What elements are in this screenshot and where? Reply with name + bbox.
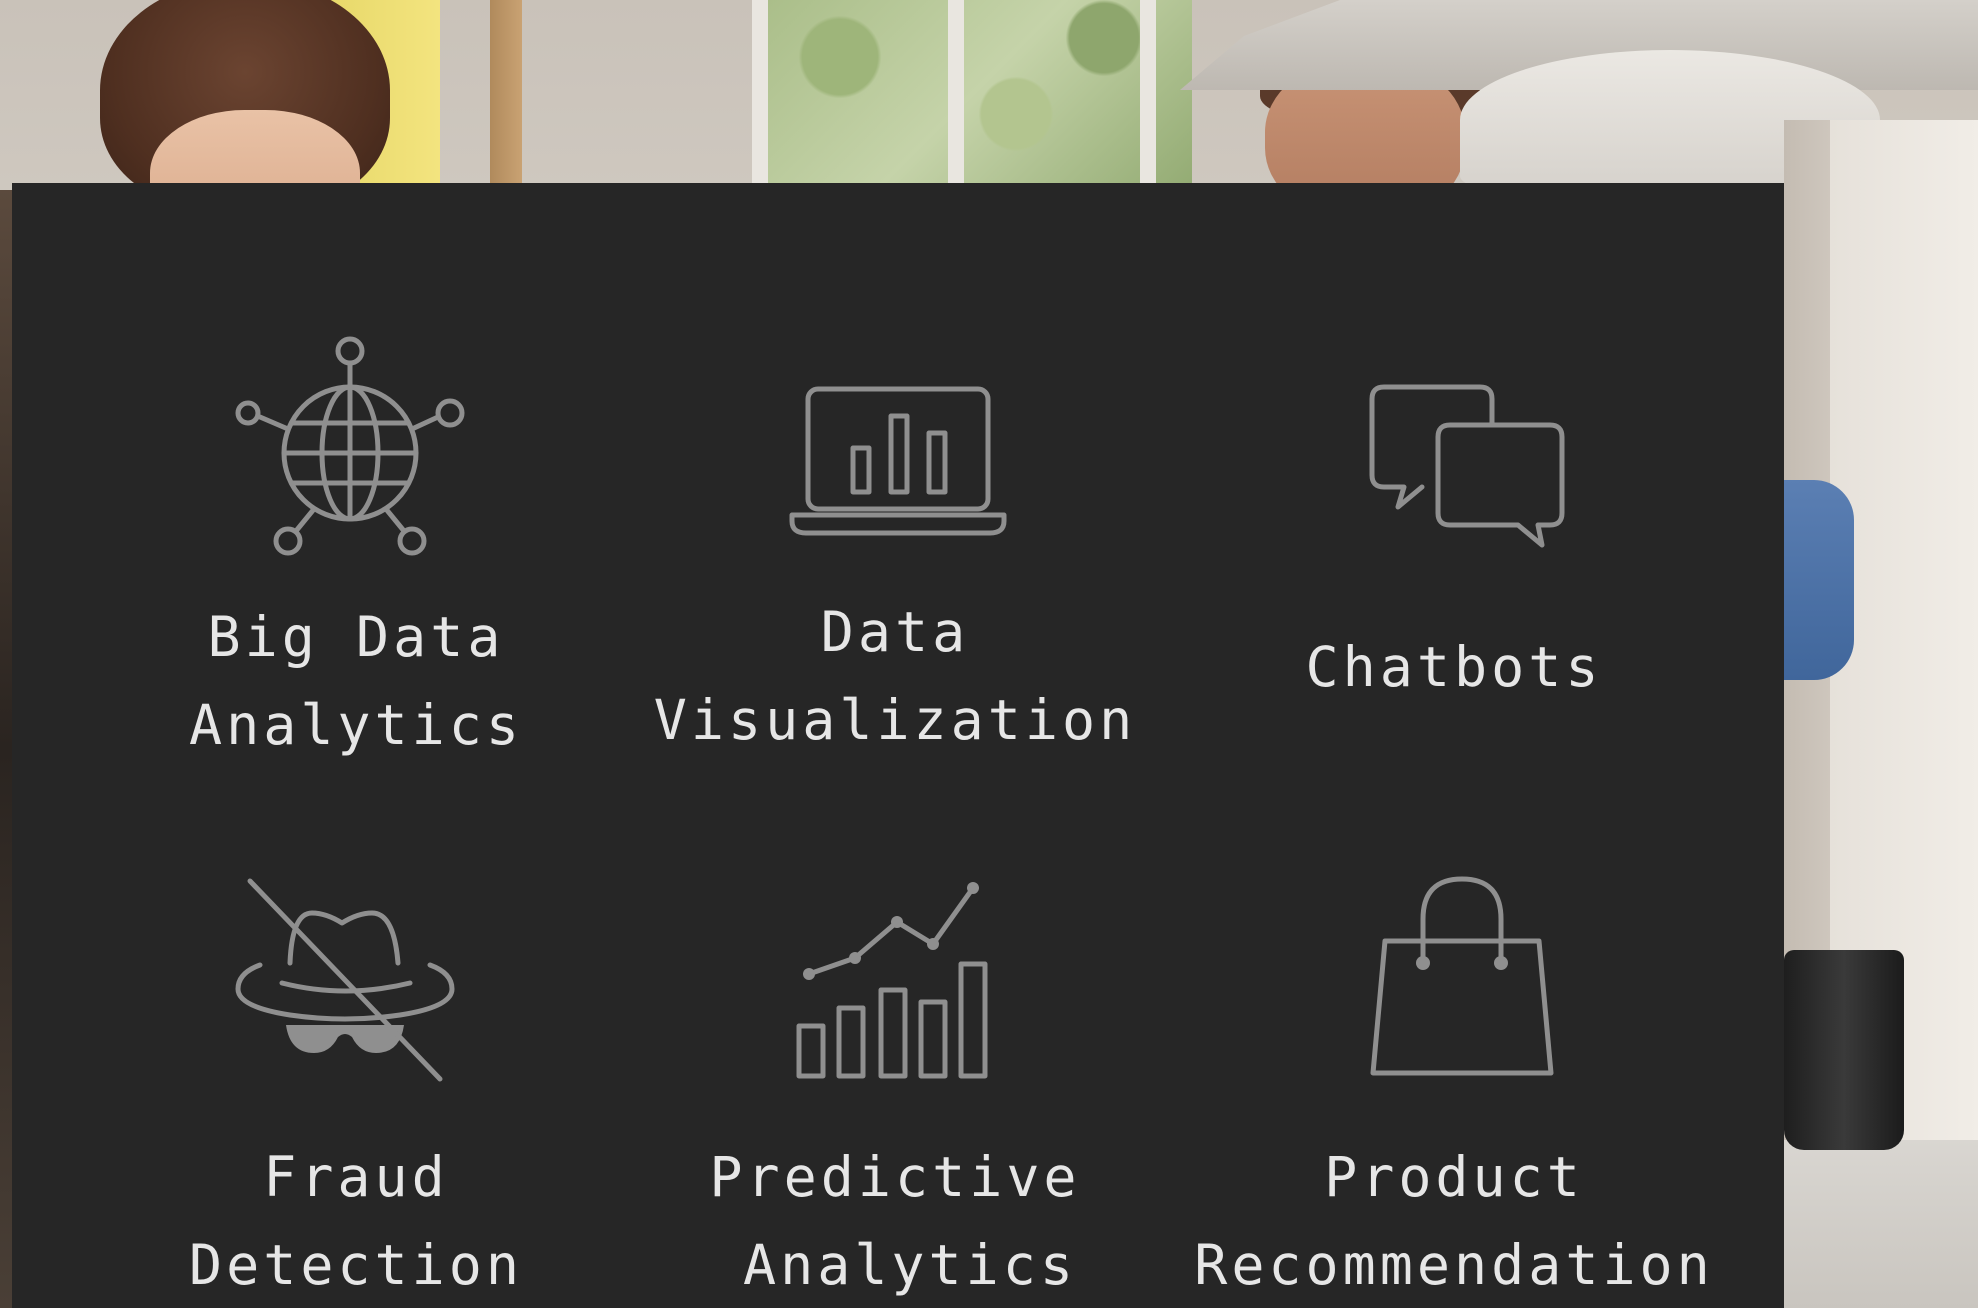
service-label: Chatbots [1174, 623, 1734, 711]
service-label: Product Recommendation [1154, 1133, 1754, 1308]
background-photo-detail [490, 0, 522, 190]
services-panel: Big Data Analytics Data Visualization Ch… [12, 183, 1784, 1308]
background-mug [1784, 950, 1904, 1150]
service-label: Fraud Detection [76, 1133, 636, 1308]
background-person [1784, 480, 1854, 680]
service-label-line2: Detection [188, 1233, 523, 1297]
trend-bar-chart-icon [795, 878, 1005, 1088]
laptop-bar-chart-icon [789, 383, 1010, 543]
service-label-line2: Analytics [188, 693, 523, 757]
service-label-line2: Recommendation [1194, 1233, 1714, 1297]
service-label: Data Visualization [615, 588, 1175, 764]
background-photo-detail [0, 190, 12, 1308]
service-label: Predictive Analytics [615, 1133, 1175, 1308]
chat-bubbles-icon [1364, 383, 1574, 553]
service-label-line2: Visualization [653, 688, 1137, 752]
service-label-line1: Predictive [709, 1145, 1081, 1209]
page: Big Data Analytics Data Visualization Ch… [0, 0, 1978, 1308]
incognito-hat-crossed-icon [230, 873, 460, 1088]
shopping-bag-icon [1369, 873, 1569, 1083]
service-label-line2: Analytics [742, 1233, 1077, 1297]
services-grid: Big Data Analytics Data Visualization Ch… [12, 183, 1784, 1308]
background-photo-detail [752, 0, 768, 190]
background-table [1784, 1140, 1978, 1308]
service-label-line1: Big Data [207, 605, 505, 669]
background-photo-detail [1140, 0, 1156, 190]
globe-network-icon [230, 333, 470, 568]
service-label-line1: Product [1324, 1145, 1584, 1209]
background-photo-detail [948, 0, 964, 190]
service-label: Big Data Analytics [76, 593, 636, 769]
service-label-line1: Fraud [263, 1145, 449, 1209]
background-window [752, 0, 1192, 190]
service-label-line1: Chatbots [1305, 635, 1603, 699]
service-label-line1: Data [820, 600, 970, 664]
